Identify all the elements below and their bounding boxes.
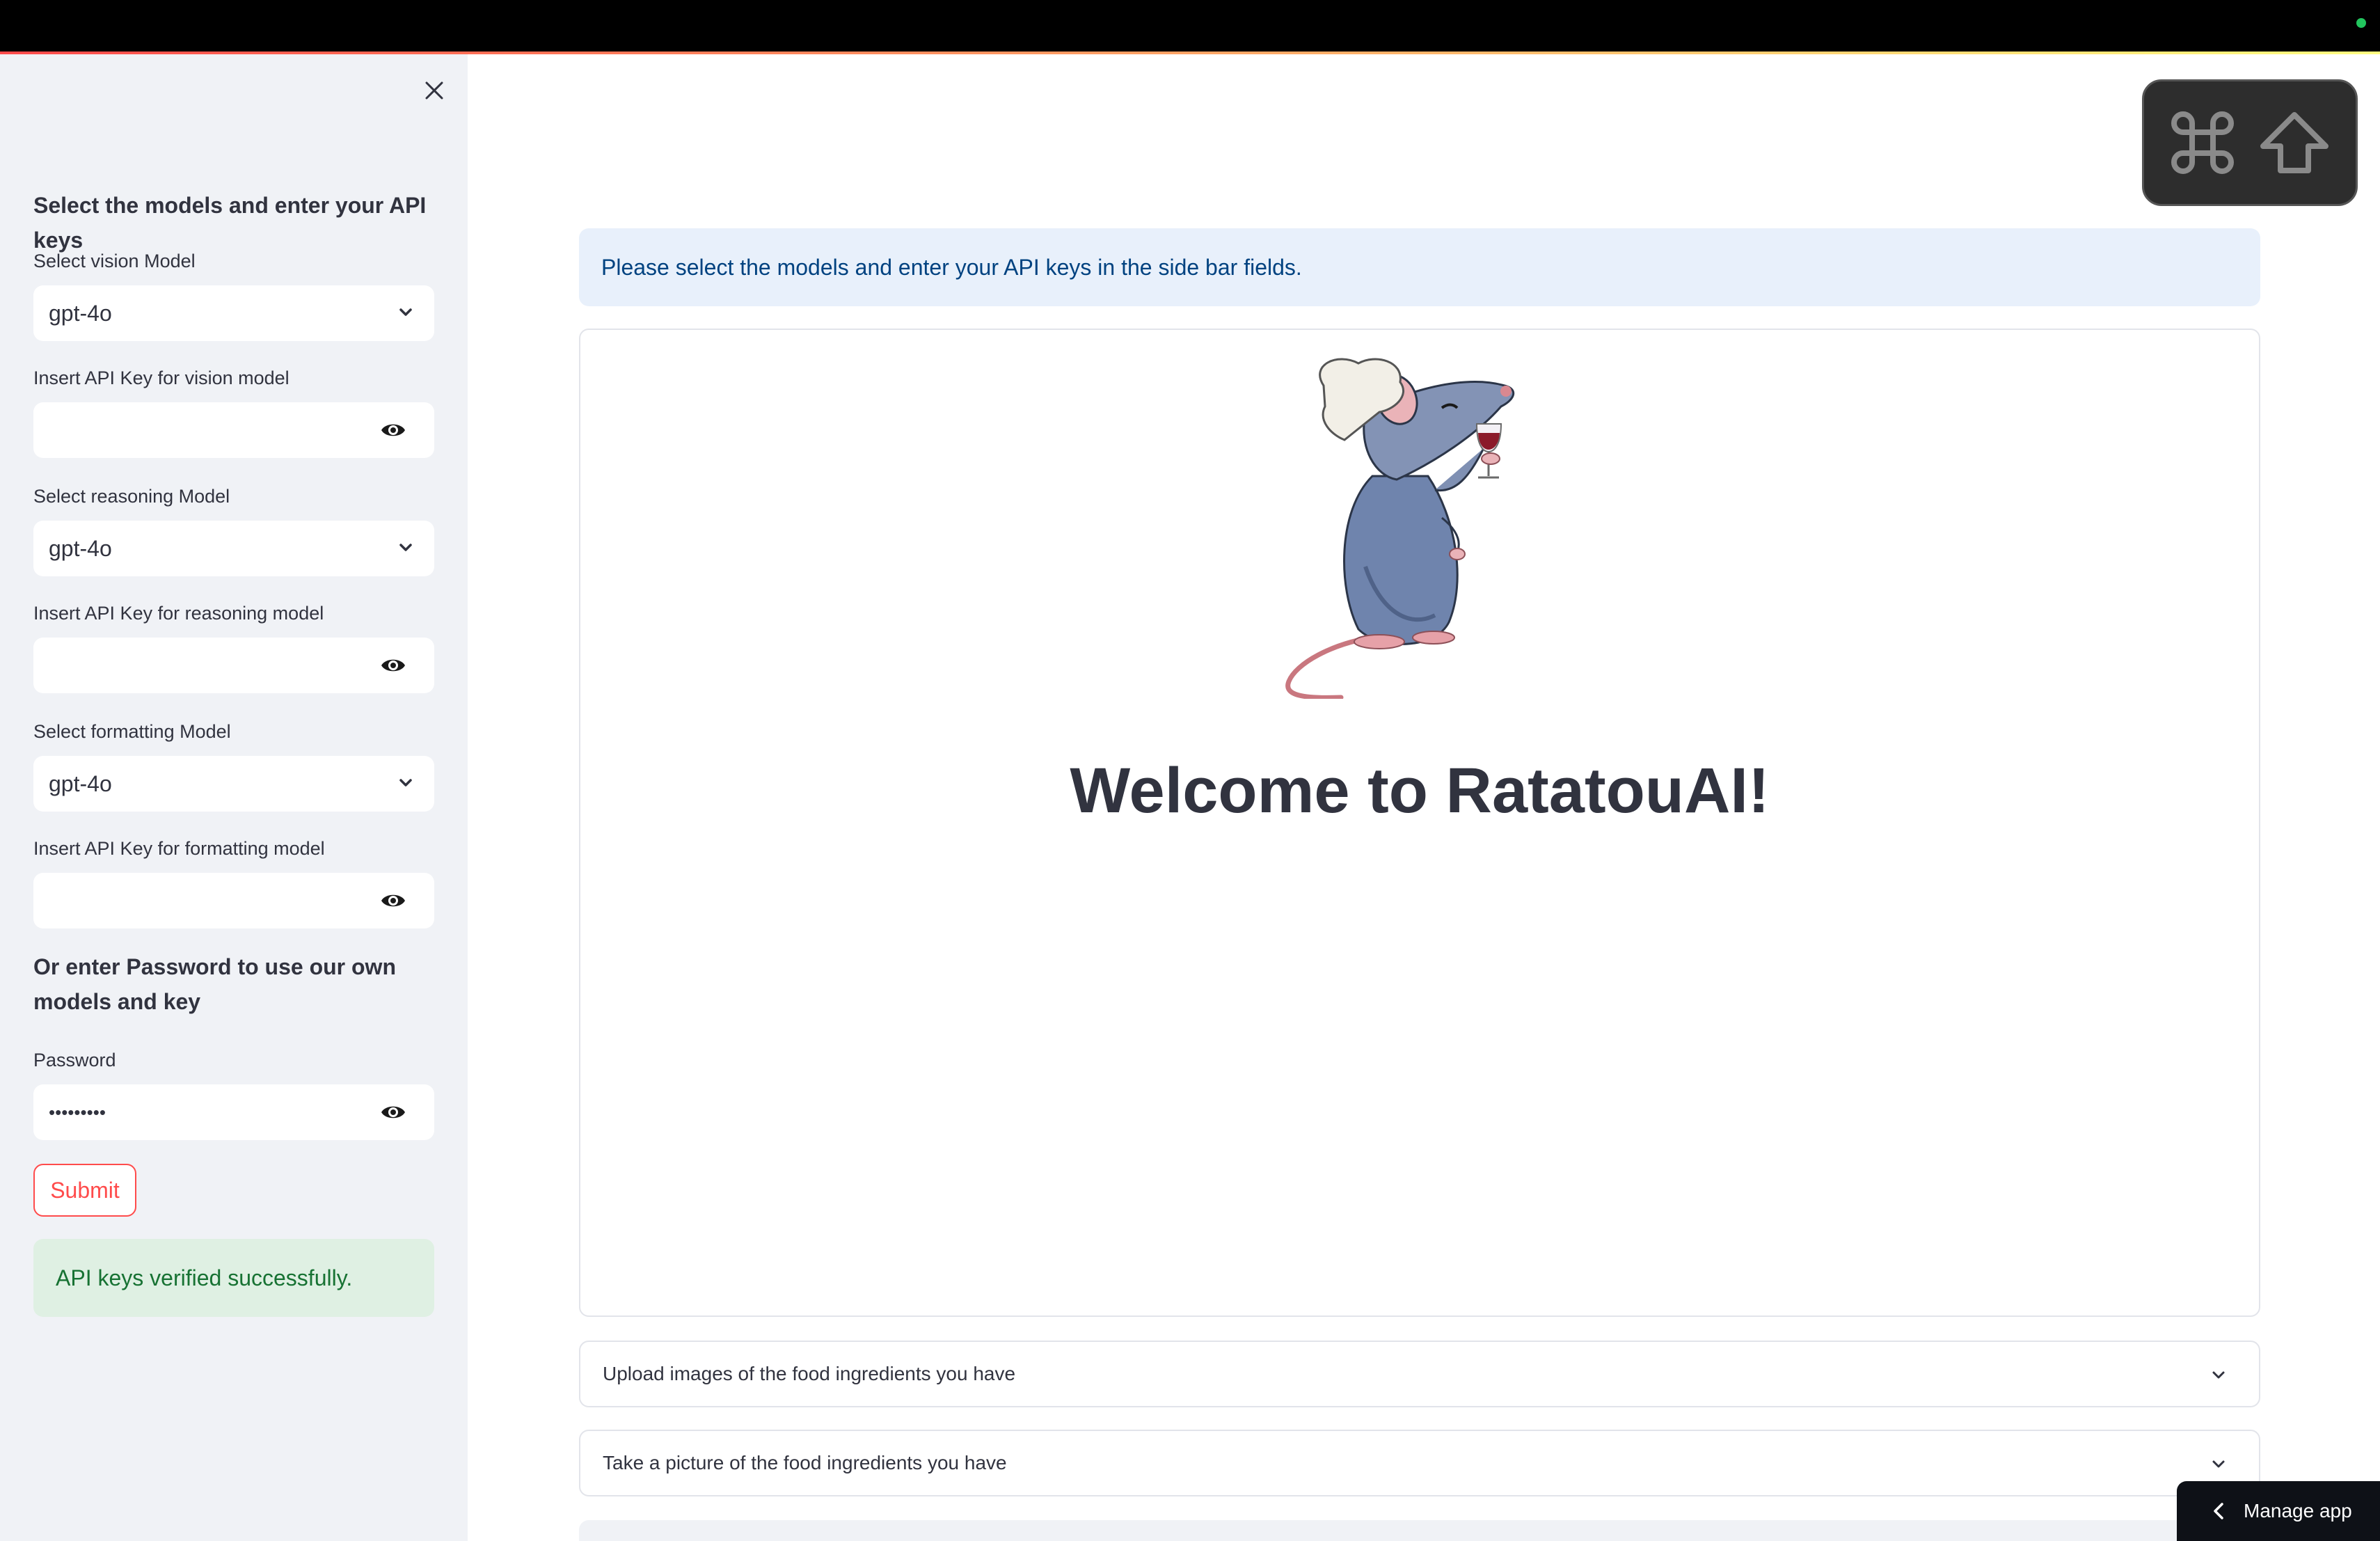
password-label: Password — [33, 1050, 116, 1070]
reasoning-model-select[interactable]: gpt-4o — [33, 521, 434, 576]
expander-label: Upload images of the food ingredients yo… — [603, 1363, 1016, 1384]
formatting-model-value: gpt-4o — [49, 770, 112, 796]
status-dot — [2356, 18, 2366, 28]
upload-images-expander[interactable]: Upload images of the food ingredients yo… — [579, 1341, 2260, 1407]
formatting-model-label: Select formatting Model — [33, 721, 231, 742]
success-alert: API keys verified successfully. — [33, 1239, 434, 1317]
sidebar-heading: Select the models and enter your API key… — [33, 193, 427, 253]
info-alert: Please select the models and enter your … — [579, 228, 2260, 306]
partial-expander — [579, 1520, 2260, 1541]
close-sidebar-button[interactable] — [418, 74, 451, 107]
welcome-title: Welcome to RatatouAI! — [1070, 755, 1770, 826]
formatting-key-label: Insert API Key for formatting model — [33, 838, 325, 859]
password-input[interactable]: ••••••••• — [33, 1084, 434, 1140]
chevron-down-icon — [2212, 1371, 2225, 1379]
close-icon — [425, 81, 443, 100]
browser-top-bar — [0, 0, 2380, 53]
chevron-down-icon — [399, 308, 412, 316]
manage-app-button[interactable]: Manage app — [2177, 1481, 2380, 1541]
vision-model-select[interactable]: gpt-4o — [33, 285, 434, 341]
vision-model-value: gpt-4o — [49, 300, 112, 326]
password-value: ••••••••• — [49, 1101, 106, 1123]
expander-label: Take a picture of the food ingredients y… — [603, 1452, 1007, 1473]
password-heading: Or enter Password to use our own models … — [33, 954, 396, 1014]
chevron-left-icon — [2214, 1503, 2223, 1519]
manage-app-label: Manage app — [2244, 1500, 2352, 1522]
chevron-down-icon — [2212, 1460, 2225, 1468]
shift-key-icon — [2260, 112, 2329, 173]
reasoning-model-value: gpt-4o — [49, 535, 112, 561]
chevron-down-icon — [399, 779, 412, 787]
chevron-down-icon — [399, 544, 412, 551]
vision-key-label: Insert API Key for vision model — [33, 368, 289, 388]
submit-button[interactable]: Submit — [33, 1164, 136, 1217]
welcome-card: Welcome to RatatouAI! — [579, 329, 2260, 1317]
reasoning-model-label: Select reasoning Model — [33, 486, 230, 507]
reasoning-key-input[interactable] — [33, 638, 434, 693]
formatting-model-select[interactable]: gpt-4o — [33, 756, 434, 812]
eye-icon[interactable] — [380, 888, 406, 913]
vision-model-label: Select vision Model — [33, 251, 196, 271]
eye-icon[interactable] — [380, 1100, 406, 1125]
keyboard-shortcut-overlay — [2142, 79, 2358, 206]
eye-icon[interactable] — [380, 418, 406, 443]
reasoning-key-label: Insert API Key for reasoning model — [33, 603, 324, 624]
eye-icon[interactable] — [380, 653, 406, 678]
take-picture-expander[interactable]: Take a picture of the food ingredients y… — [579, 1430, 2260, 1496]
vision-key-input[interactable] — [33, 402, 434, 458]
formatting-key-input[interactable] — [33, 873, 434, 928]
chef-rat-illustration — [1285, 358, 1514, 699]
command-key-icon — [2171, 111, 2234, 174]
sidebar: Select the models and enter your API key… — [0, 54, 468, 1541]
